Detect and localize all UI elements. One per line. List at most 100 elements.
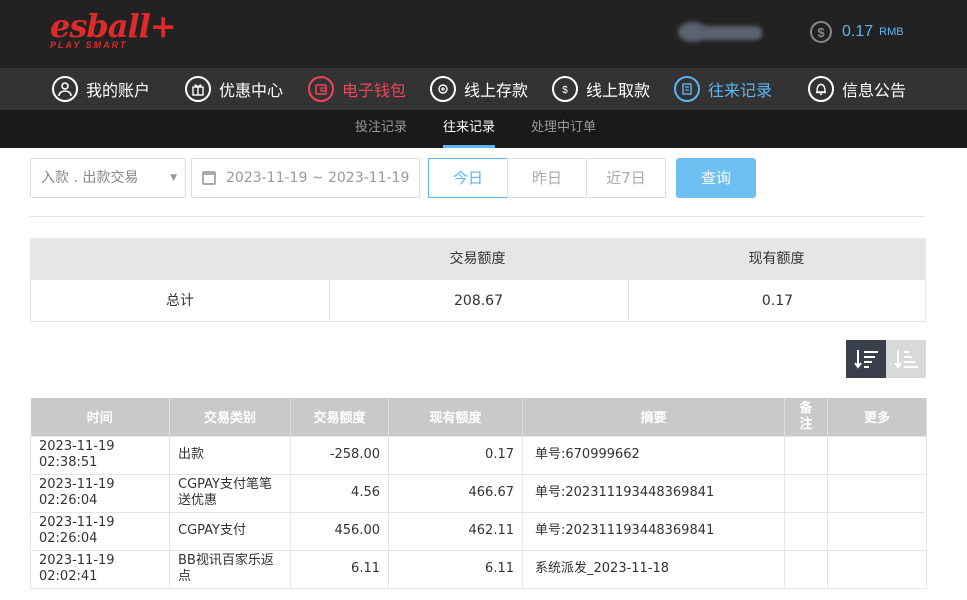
header-amount: 交易额度 [290, 398, 389, 436]
nav-label: 电子钱包 [342, 81, 407, 100]
calendar-icon [202, 171, 216, 185]
summary-total-amount: 208.67 [454, 293, 503, 309]
cell-type: 出款 [169, 435, 291, 475]
cell-more[interactable] [827, 435, 927, 475]
search-button[interactable]: 查询 [676, 158, 756, 198]
cell-summary: 系统派发_2023-11-18 [522, 549, 785, 589]
table-row: 2023-11-19 02:26:04 CGPAY支付笔笔送优惠 4.56 46… [30, 473, 927, 513]
cell-time: 2023-11-19 02:02:41 [30, 549, 170, 589]
divider [30, 216, 926, 217]
nav-label: 我的账户 [86, 81, 151, 100]
gift-icon [185, 76, 211, 102]
withdraw-icon: $ [552, 76, 578, 102]
nav-label: 线上取款 [586, 81, 651, 100]
date-range-value: 2023-11-19 ~ 2023-11-19 [226, 170, 410, 186]
transaction-type-select[interactable]: 入款 . 出款交易 ▼ [30, 158, 186, 198]
records-icon [674, 76, 700, 102]
summary-header: 交易额度 现有额度 [30, 238, 926, 280]
esball-logo[interactable]: esball+ PLAY SMART [50, 7, 177, 50]
summary-table: 交易额度 现有额度 总计 208.67 0.17 [30, 238, 926, 322]
summary-header-amount: 交易额度 [449, 251, 506, 267]
header-type: 交易类别 [169, 398, 291, 436]
nav-promotions[interactable]: 优惠中心 [185, 68, 283, 110]
nav-label: 线上存款 [464, 81, 529, 100]
sort-descending-icon [854, 350, 878, 369]
cell-more[interactable] [827, 511, 927, 551]
cell-summary: 单号:670999662 [522, 435, 785, 475]
cell-amount: 4.56 [290, 473, 389, 513]
cell-remark [784, 511, 828, 551]
cell-time: 2023-11-19 02:26:04 [30, 511, 170, 551]
cell-more[interactable] [827, 473, 927, 513]
table-row: 2023-11-19 02:38:51 出款 -258.00 0.17 单号:6… [30, 435, 927, 475]
date-range-input[interactable]: 2023-11-19 ~ 2023-11-19 [191, 158, 420, 198]
cell-time: 2023-11-19 02:26:04 [30, 473, 170, 513]
cell-amount: -258.00 [290, 435, 389, 475]
cell-balance: 0.17 [388, 435, 523, 475]
select-value: 入款 . 出款交易 [41, 170, 139, 186]
main-nav: 我的账户 优惠中心 电子钱包 线上存款 $ 线上取款 往来记录 信息公告 [0, 68, 967, 110]
table-row: 2023-11-19 02:02:41 BB视讯百家乐返点 6.11 6.11 … [30, 549, 927, 589]
sort-ascending-button[interactable] [886, 340, 926, 378]
bell-icon [808, 76, 834, 102]
tab-pending-orders[interactable]: 处理中订单 [531, 110, 596, 148]
cell-balance: 466.67 [388, 473, 523, 513]
top-bar: esball+ PLAY SMART $ 0.17 RMB [0, 0, 967, 68]
header-remark: 备注 [784, 398, 828, 436]
nav-my-account[interactable]: 我的账户 [52, 68, 150, 110]
tab-transaction-records[interactable]: 往来记录 [443, 110, 496, 148]
cell-remark [784, 435, 828, 475]
logo-wordmark: esball+ [50, 7, 177, 45]
cell-amount: 456.00 [290, 511, 389, 551]
nav-announcements[interactable]: 信息公告 [808, 68, 906, 110]
summary-row: 总计 208.67 0.17 [30, 280, 926, 322]
nav-online-deposit[interactable]: 线上存款 [430, 68, 528, 110]
deposit-icon [430, 76, 456, 102]
dollar-coin-icon: $ [810, 21, 832, 43]
cell-remark [784, 549, 828, 589]
nav-label: 信息公告 [842, 81, 907, 100]
table-row: 2023-11-19 02:26:04 CGPAY支付 456.00 462.1… [30, 511, 927, 551]
today-button[interactable]: 今日 [428, 158, 508, 198]
cell-summary: 单号:202311193448369841 [522, 511, 785, 551]
cell-balance: 462.11 [388, 511, 523, 551]
sub-nav: 投注记录 往来记录 处理中订单 [0, 110, 967, 148]
nav-e-wallet[interactable]: 电子钱包 [308, 68, 406, 110]
summary-total-label: 总计 [166, 293, 194, 309]
sort-ascending-icon [894, 350, 918, 369]
header-balance: 现有额度 [388, 398, 523, 436]
cell-summary: 单号:202311193448369841 [522, 473, 785, 513]
summary-header-cell [30, 238, 328, 280]
cell-type: CGPAY支付 [169, 511, 291, 551]
yesterday-button[interactable]: 昨日 [507, 158, 587, 198]
summary-current-balance: 0.17 [761, 293, 794, 309]
balance-currency: RMB [879, 26, 904, 38]
nav-label: 往来记录 [708, 81, 773, 100]
svg-text:$: $ [562, 85, 568, 96]
cell-time: 2023-11-19 02:38:51 [30, 435, 170, 475]
sort-descending-button[interactable] [846, 340, 886, 378]
tab-bet-records[interactable]: 投注记录 [355, 110, 407, 148]
cell-amount: 6.11 [290, 549, 389, 589]
records-table: 时间 交易类别 交易额度 现有额度 摘要 备注 更多 2023-11-19 02… [30, 398, 927, 589]
nav-label: 优惠中心 [219, 81, 284, 100]
cell-more[interactable] [827, 549, 927, 589]
user-icon [52, 76, 78, 102]
header-summary: 摘要 [522, 398, 785, 436]
balance-display: $ 0.17 RMB [810, 20, 904, 44]
cell-type: BB视讯百家乐返点 [169, 549, 291, 589]
balance-value: 0.17 [842, 23, 874, 40]
caret-down-icon: ▼ [170, 173, 177, 183]
records-header-row: 时间 交易类别 交易额度 现有额度 摘要 备注 更多 [30, 398, 927, 436]
cell-type: CGPAY支付笔笔送优惠 [169, 473, 291, 513]
wallet-icon [308, 76, 334, 102]
last-7-days-button[interactable]: 近7日 [586, 158, 666, 198]
username-blurred [676, 18, 766, 44]
summary-header-balance: 现有额度 [748, 251, 805, 267]
header-time: 时间 [30, 398, 170, 436]
header-more: 更多 [827, 398, 927, 436]
cell-balance: 6.11 [388, 549, 523, 589]
nav-transaction-records[interactable]: 往来记录 [674, 68, 772, 110]
cell-remark [784, 473, 828, 513]
nav-online-withdraw[interactable]: $ 线上取款 [552, 68, 650, 110]
